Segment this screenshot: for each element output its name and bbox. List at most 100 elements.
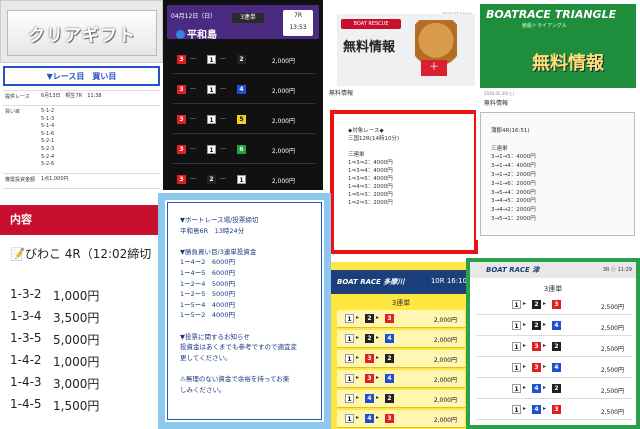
race-info: 10R 16:10 bbox=[430, 277, 467, 285]
arrow-icon: ▸ bbox=[543, 384, 547, 391]
race-number-box: 7R 13:53 bbox=[283, 10, 313, 36]
arrow-icon: ▸ bbox=[543, 342, 547, 349]
triangle-logo: BOATRACE TRIANGLE bbox=[486, 8, 617, 21]
free-info-label: 無料情報 bbox=[329, 90, 354, 97]
payout-amount: 2,000円 bbox=[433, 357, 457, 364]
tsu-logo: BOAT RACE 津 bbox=[486, 266, 540, 274]
payout-amount: 2,500円 bbox=[600, 409, 624, 416]
row-value: 1点1,000円 bbox=[41, 176, 69, 182]
clear-gift-logo[interactable]: クリアギフト bbox=[7, 10, 157, 56]
bet-amount: 1,500円 bbox=[53, 399, 100, 413]
bet-combination-row: 3 — 1 — 6 2,000円 bbox=[173, 136, 315, 164]
boat-number-badge: 4 bbox=[385, 374, 394, 383]
first-aid-icon: ＋ bbox=[421, 60, 447, 76]
boat-rescue-banner[interactable]: BOAT RESCUE 無料情報 ＋ bbox=[337, 14, 475, 86]
boat-number-badge: 3 bbox=[365, 374, 374, 383]
tsu-header: BOAT RACE 津 3R ⓒ 11:29 bbox=[470, 262, 636, 278]
row-value: 5-1-2 5-1-3 5-1-4 5-1-6 5-2-1 5-2-3 5-2-… bbox=[41, 108, 55, 168]
heiwajima-bets-panel: 04月12日（日） 3連単 7R 13:53 平和島 3 — 1 — 2 2,000円 3 —… bbox=[163, 0, 323, 190]
biwako-bets-panel: 内容 📝びわこ 4R（12:02締切 1-3-2 1,000円 1-3-4 3,500… bbox=[0, 197, 158, 429]
boat-number-badge: 3 bbox=[177, 115, 186, 124]
boat-number-badge: 2 bbox=[532, 300, 541, 309]
arrow-icon: ▸ bbox=[376, 414, 380, 421]
payout-amount: 2,000円 bbox=[433, 317, 457, 324]
race-info-table: ▼レース目 買い目 提供レース 6月13日 桐生7R 11:38 買い目 5-1… bbox=[0, 63, 163, 193]
boat-number-badge: 1 bbox=[512, 363, 521, 372]
bet-amount: 3,000円 bbox=[53, 377, 100, 391]
row-key: 提供レース bbox=[5, 94, 30, 100]
bet-combination-row: 1 ▸ 4 ▸ 3 2,000円 bbox=[337, 410, 465, 428]
boat-number-badge: 3 bbox=[177, 55, 186, 64]
boat-number-badge: 1 bbox=[345, 354, 354, 363]
boat-number-badge: 3 bbox=[177, 175, 186, 184]
boat-number-badge: 4 bbox=[552, 321, 561, 330]
arrow-icon: ▸ bbox=[523, 321, 527, 328]
boat-number-badge: 2 bbox=[237, 55, 246, 64]
boat-number-badge: 1 bbox=[512, 321, 521, 330]
notice-text: ▼ボートレース場/投票締切 平和島6R 13時24分 ▼勝負買い目/3連単投資金… bbox=[180, 216, 297, 394]
payout-amount: 2,000円 bbox=[433, 377, 457, 384]
bet-combination: 1-3-4 bbox=[10, 309, 42, 323]
bet-combination-row: 1 ▸ 4 ▸ 2 2,000円 bbox=[337, 390, 465, 408]
dash-separator: — bbox=[190, 55, 196, 62]
payout-amount: 2,000円 bbox=[271, 88, 295, 95]
payout-amount: 2,500円 bbox=[600, 367, 624, 374]
table-row: 買い目 5-1-2 5-1-3 5-1-4 5-1-6 5-2-1 5-2-3 … bbox=[3, 105, 160, 172]
boat-number-badge: 1 bbox=[207, 115, 216, 124]
boat-number-badge: 4 bbox=[385, 334, 394, 343]
tamagawa-bets-panel: BOAT RACE 多摩川 10R 16:10 3連単 1 ▸ 2 ▸ 3 2,000円 1… bbox=[331, 262, 471, 429]
boatrace-triangle-panel: BOATRACE TRIANGLE 競艇トライアングル 無料情報 2026.05… bbox=[476, 0, 640, 240]
dash-separator: — bbox=[220, 145, 226, 152]
payout-amount: 2,500円 bbox=[600, 304, 624, 311]
bet-amount: 3,500円 bbox=[53, 311, 100, 325]
bet-type: 3連単 bbox=[232, 13, 264, 23]
boat-number-badge: 2 bbox=[385, 394, 394, 403]
bet-combination-row: 3 — 2 — 1 2,000円 bbox=[173, 166, 315, 190]
mikuni-bets-box: ◆対象レース◆ 三国12R(14時10分) 三連単 1⇒3⇒2：4000円 1⇒… bbox=[330, 110, 478, 254]
boat-number-badge: 4 bbox=[532, 384, 541, 393]
boat-number-badge: 4 bbox=[552, 363, 561, 372]
dash-separator: — bbox=[220, 175, 226, 182]
arrow-icon: ▸ bbox=[356, 414, 360, 421]
content-header: 内容 bbox=[0, 205, 158, 235]
boat-number-badge: 3 bbox=[385, 414, 394, 423]
row-key: 買い目 bbox=[5, 109, 21, 115]
free-info-title: 無料情報 bbox=[532, 53, 604, 74]
payout-amount: 2,500円 bbox=[600, 346, 624, 353]
boat-number-badge: 4 bbox=[237, 85, 246, 94]
bet-combination-row: 1 ▸ 2 ▸ 4 2,000円 bbox=[337, 330, 465, 348]
race-number: 7R bbox=[294, 12, 302, 19]
clear-gift-panel: クリアギフト bbox=[0, 0, 163, 63]
boat-number-badge: 1 bbox=[345, 334, 354, 343]
gamagori-bets-box: 蒲郡4R(16:51) 三連単 3→1→5：4000円 3→1→4：4000円 … bbox=[480, 112, 635, 236]
bet-combination-row: 1 ▸ 3 ▸ 4 2,000円 bbox=[337, 370, 465, 388]
dash-separator: — bbox=[220, 85, 226, 92]
boat-number-badge: 4 bbox=[365, 394, 374, 403]
arrow-icon: ▸ bbox=[523, 384, 527, 391]
bet-combination-row: 3 — 1 — 5 2,000円 bbox=[173, 106, 315, 134]
boat-number-badge: 1 bbox=[237, 175, 246, 184]
bet-combination: 1-3-5 bbox=[10, 331, 42, 345]
boat-number-badge: 1 bbox=[345, 414, 354, 423]
triangle-banner[interactable]: BOATRACE TRIANGLE 競艇トライアングル 無料情報 bbox=[480, 4, 636, 88]
bet-combination-row: 1 ▸ 2 ▸ 3 2,000円 bbox=[337, 310, 465, 328]
arrow-icon: ▸ bbox=[543, 363, 547, 370]
boat-number-badge: 1 bbox=[512, 300, 521, 309]
boat-number-badge: 4 bbox=[532, 405, 541, 414]
dash-separator: — bbox=[190, 145, 196, 152]
free-info-label: 無料情報 bbox=[484, 100, 509, 107]
tamagawa-logo: BOAT RACE 多摩川 bbox=[337, 278, 405, 286]
arrow-icon: ▸ bbox=[356, 374, 360, 381]
row-value: 6月13日 桐生7R 11:38 bbox=[41, 93, 102, 99]
arrow-icon: ▸ bbox=[356, 354, 360, 361]
boat-icon bbox=[176, 30, 185, 39]
race-info: 3R ⓒ 11:29 bbox=[602, 267, 632, 273]
boat-number-badge: 3 bbox=[177, 145, 186, 154]
tamagawa-header: BOAT RACE 多摩川 10R 16:10 bbox=[331, 270, 471, 294]
boat-number-badge: 2 bbox=[552, 342, 561, 351]
bet-amount: 1,000円 bbox=[53, 355, 100, 369]
bet-combination-row: 1 ▸ 3 ▸ 2 2,500円 bbox=[476, 338, 632, 357]
payout-amount: 2,000円 bbox=[271, 118, 295, 125]
triangle-subtitle: 競艇トライアングル bbox=[522, 23, 567, 29]
arrow-icon: ▸ bbox=[523, 363, 527, 370]
